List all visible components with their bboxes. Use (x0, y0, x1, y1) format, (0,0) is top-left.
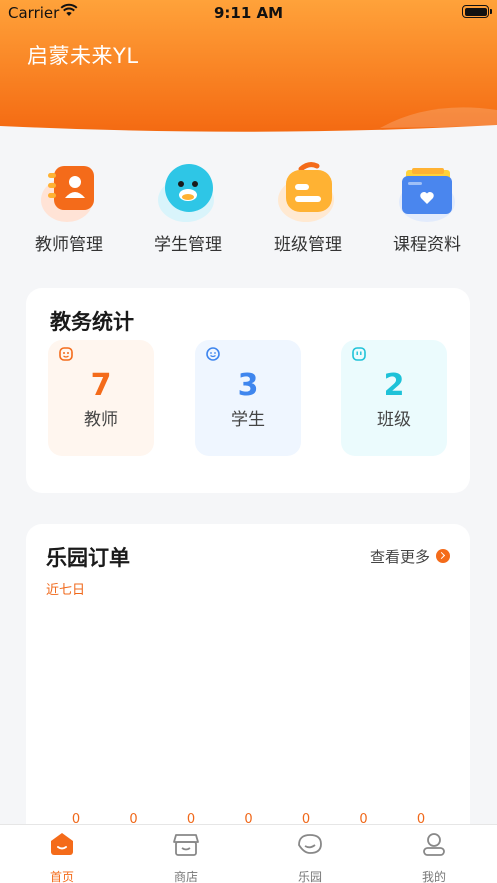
stat-teachers[interactable]: 7 教师 (48, 340, 154, 456)
tab-shop[interactable]: 商店 (146, 831, 226, 883)
class-icon (273, 160, 343, 226)
class-management-button[interactable]: 班级管理 (258, 160, 358, 255)
academic-stats-card: 教务统计 7 教师 3 学生 2 班级 (26, 288, 470, 493)
chevron-right-icon (436, 549, 450, 563)
battery-icon (462, 5, 492, 18)
shop-icon (171, 831, 201, 857)
tab-shop-label: 商店 (173, 870, 198, 883)
tab-home[interactable]: 首页 (22, 831, 102, 883)
stats-title: 教务统计 (50, 310, 134, 334)
course-materials-label: 课程资料 (393, 235, 461, 255)
student-count: 3 (237, 368, 259, 403)
student-management-label: 学生管理 (154, 235, 222, 255)
tab-park-label: 乐园 (297, 870, 322, 883)
tab-park[interactable]: 乐园 (270, 831, 350, 883)
student-count-label: 学生 (231, 410, 265, 430)
tab-mine[interactable]: 我的 (394, 831, 474, 883)
teacher-management-button[interactable]: 教师管理 (19, 160, 119, 255)
course-materials-button[interactable]: 课程资料 (377, 160, 477, 255)
date-range-label: 近七日 (46, 583, 86, 598)
teacher-management-label: 教师管理 (35, 235, 103, 255)
user-icon (419, 831, 449, 857)
course-folder-icon (392, 160, 462, 226)
teacher-count-label: 教师 (84, 410, 118, 430)
bottom-tab-bar: 首页 商店 乐园 我的 (0, 824, 497, 883)
class-count-label: 班级 (377, 410, 411, 430)
teacher-count: 7 (90, 368, 112, 403)
school-name[interactable]: 启蒙未来YL (27, 40, 139, 70)
student-face-icon (153, 160, 223, 226)
view-more-link[interactable]: 查看更多 (370, 546, 450, 567)
class-face-icon (352, 347, 366, 361)
quick-menu: 教师管理 学生管理 班级管理 课程资料 (0, 160, 497, 255)
view-more-label: 查看更多 (369, 548, 430, 566)
class-management-label: 班级管理 (274, 235, 342, 255)
student-smile-icon (206, 347, 220, 361)
home-icon (47, 831, 77, 857)
teacher-face-icon (59, 347, 73, 361)
orders-title: 乐园订单 (46, 546, 130, 570)
tab-mine-label: 我的 (421, 870, 446, 883)
stat-students[interactable]: 3 学生 (195, 340, 301, 456)
class-count: 2 (383, 368, 405, 403)
park-orders-card: 乐园订单 查看更多 近七日 0000000 (26, 524, 470, 854)
student-management-button[interactable]: 学生管理 (138, 160, 238, 255)
tab-home-label: 首页 (49, 870, 74, 883)
stat-classes[interactable]: 2 班级 (341, 340, 447, 456)
clock: 9:11 AM (213, 4, 284, 22)
park-icon (295, 831, 325, 857)
teacher-card-icon (34, 160, 104, 226)
status-bar: Carrier 9:11 AM (0, 0, 497, 26)
